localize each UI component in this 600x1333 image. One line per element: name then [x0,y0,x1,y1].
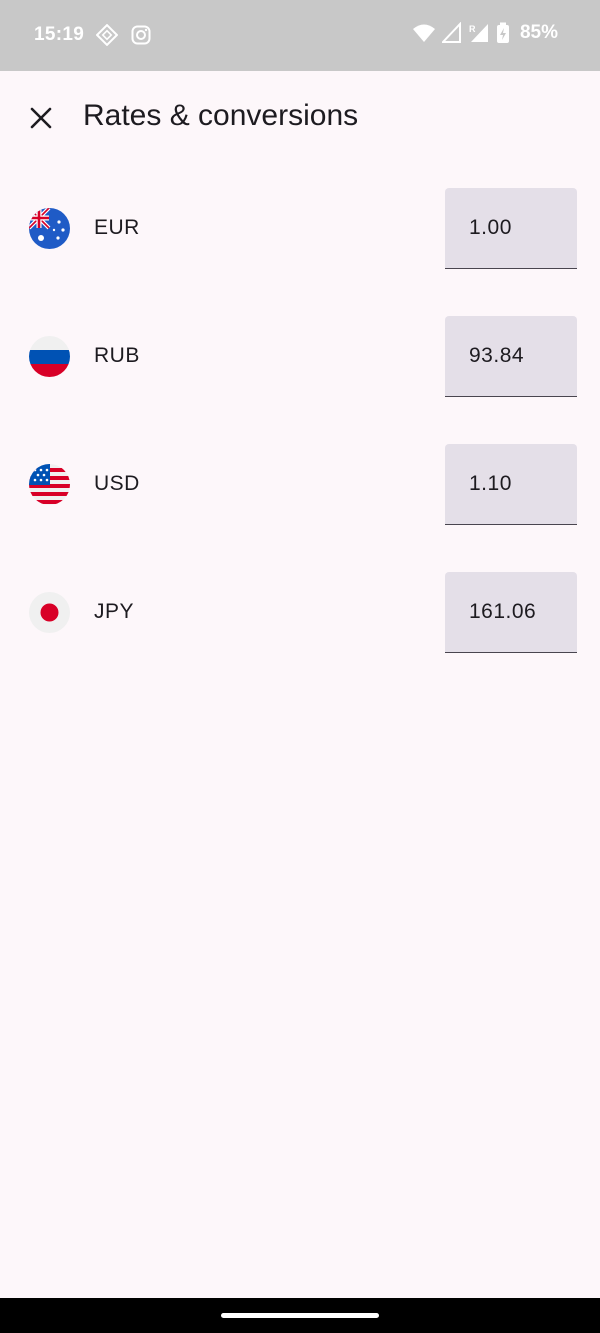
top-app-bar: Rates & conversions [0,71,600,165]
navigation-bar [0,1298,600,1333]
currency-code: RUB [94,344,140,367]
rate-value: 161.06 [469,600,537,623]
rate-row-jpy: JPY 161.06 [0,572,600,654]
rate-row-usd: USD 1.10 [0,444,600,526]
app-notification-icon [96,24,118,46]
rate-value: 1.00 [469,216,512,239]
close-button[interactable] [22,99,60,137]
rate-input-jpy[interactable]: 161.06 [445,572,577,653]
instagram-icon [131,25,151,45]
rate-row-eur: EUR 1.00 [0,188,600,270]
battery-level: 85% [519,22,558,43]
cell-signal-roaming-icon: R [469,24,488,42]
status-indicators: R 85% [412,22,558,44]
status-bar: 15:19 R 85% [0,0,600,71]
rate-row-rub: RUB 93.84 [0,316,600,398]
cell-signal-icon [441,22,461,43]
rub-flag-icon [29,336,70,377]
eur-flag-icon [29,208,70,249]
currency-code: USD [94,472,140,495]
battery-icon [496,22,509,43]
currency-code: EUR [94,216,140,239]
usd-flag-icon [29,464,70,505]
rate-value: 1.10 [469,472,512,495]
rate-input-rub[interactable]: 93.84 [445,316,577,397]
rate-input-eur[interactable]: 1.00 [445,188,577,269]
home-indicator[interactable] [221,1313,379,1318]
page-title: Rates & conversions [83,99,359,132]
rate-input-usd[interactable]: 1.10 [445,444,577,525]
jpy-flag-icon [29,592,70,633]
close-icon [30,107,52,129]
rate-value: 93.84 [469,344,525,367]
svg-text:R: R [469,24,476,34]
wifi-icon [412,24,435,42]
currency-code: JPY [94,600,135,623]
status-time: 15:19 [34,24,85,45]
